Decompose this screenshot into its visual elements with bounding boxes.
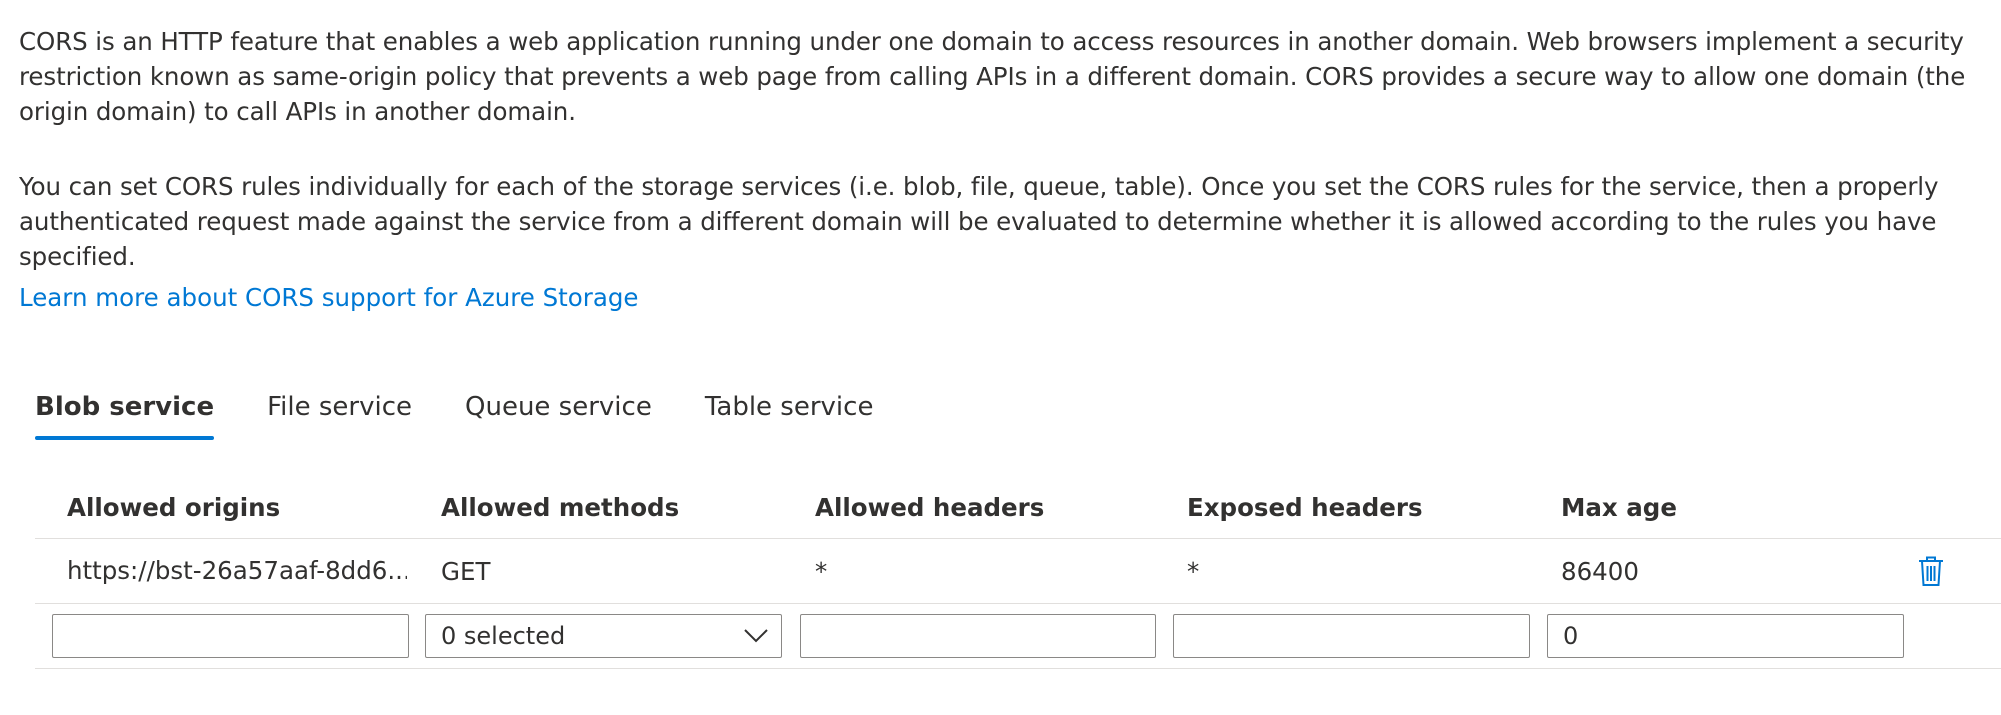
- service-tabs: Blob service File service Queue service …: [35, 388, 926, 448]
- allowed-methods-selected: 0 selected: [441, 622, 566, 650]
- tab-table-service[interactable]: Table service: [705, 388, 874, 440]
- allowed-origins-input[interactable]: [52, 614, 409, 658]
- column-header-allowed-headers: Allowed headers: [815, 492, 1045, 522]
- tab-file-service[interactable]: File service: [267, 388, 412, 440]
- new-rule-row: 0 selected: [35, 604, 2001, 669]
- table-header-row: Allowed origins Allowed methods Allowed …: [35, 476, 2001, 539]
- trash-icon: [1919, 556, 1943, 586]
- delete-rule-button[interactable]: [1913, 553, 1949, 589]
- allowed-headers-input[interactable]: [800, 614, 1156, 658]
- tab-blob-service[interactable]: Blob service: [35, 388, 215, 440]
- cors-rules-description: You can set CORS rules individually for …: [19, 172, 1939, 271]
- cors-rules-table: Allowed origins Allowed methods Allowed …: [35, 476, 2001, 669]
- allowed-methods-value: GET: [441, 556, 491, 586]
- exposed-headers-input[interactable]: [1173, 614, 1530, 658]
- tab-queue-service[interactable]: Queue service: [465, 388, 652, 440]
- column-header-allowed-methods: Allowed methods: [441, 492, 680, 522]
- allowed-origins-text: https://bst-26a57aaf-8dd6...: [67, 556, 407, 585]
- column-header-exposed-headers: Exposed headers: [1187, 492, 1423, 522]
- allowed-methods-dropdown[interactable]: 0 selected: [425, 614, 782, 658]
- column-header-allowed-origins: Allowed origins: [67, 492, 281, 522]
- table-row: https://bst-26a57aaf-8dd6... GET * * 864…: [35, 539, 2001, 604]
- allowed-origins-value: https://bst-26a57aaf-8dd6...: [67, 539, 407, 603]
- cors-description: CORS is an HTTP feature that enables a w…: [19, 27, 1966, 126]
- allowed-headers-value: *: [815, 556, 828, 586]
- max-age-input[interactable]: [1547, 614, 1904, 658]
- chevron-down-icon: [744, 629, 768, 643]
- learn-more-link[interactable]: Learn more about CORS support for Azure …: [19, 280, 638, 315]
- cors-settings-page: CORS is an HTTP feature that enables a w…: [0, 0, 2001, 715]
- column-header-max-age: Max age: [1561, 492, 1677, 522]
- max-age-value: 86400: [1561, 556, 1639, 586]
- exposed-headers-value: *: [1187, 556, 1200, 586]
